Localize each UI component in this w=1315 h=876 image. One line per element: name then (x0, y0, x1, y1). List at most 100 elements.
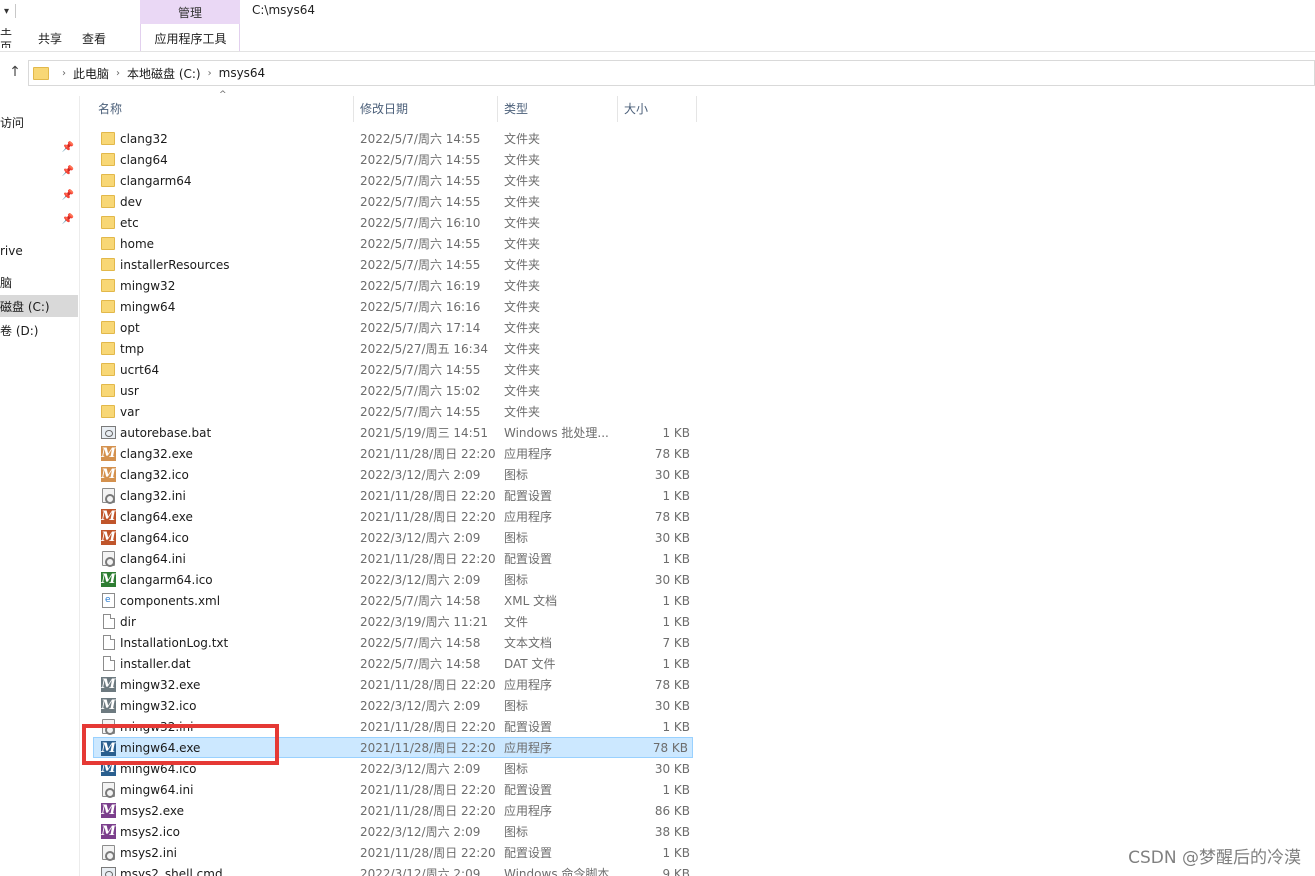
file-type: 文件夹 (504, 405, 541, 419)
column-headers: 名称 修改日期 类型 大小 (82, 96, 698, 122)
file-row[interactable]: ucrt64 2022/5/7/周六 14:55 文件夹 (94, 359, 694, 380)
file-row[interactable]: tmp 2022/5/27/周五 16:34 文件夹 (94, 338, 694, 359)
file-type: 文件夹 (504, 237, 541, 251)
file-date: 2022/3/12/周六 2:09 (360, 531, 481, 545)
file-row[interactable]: Mclangarm64.ico 2022/3/12/周六 2:09 图标 30 KB (94, 569, 694, 590)
msys-app-icon: M (101, 530, 116, 545)
tab-home-label: 主页 (0, 28, 13, 48)
file-size: 38 KB (654, 824, 690, 839)
nav-item-volume-d[interactable]: 卷 (D:) (0, 319, 38, 341)
file-name: clang64.exe (120, 509, 193, 524)
file-row[interactable]: etc 2022/5/7/周六 16:10 文件夹 (94, 212, 694, 233)
file-row[interactable]: Mmingw64.ico 2022/3/12/周六 2:09 图标 30 KB (94, 758, 694, 779)
file-row[interactable]: components.xml 2022/5/7/周六 14:58 XML 文档 1 K… (94, 590, 694, 611)
file-row[interactable]: mingw64.ini 2021/11/28/周日 22:20 配置设置 1 KB (94, 779, 694, 800)
column-header-size[interactable]: 大小 (620, 96, 648, 120)
tab-manage[interactable]: 管理 (140, 0, 240, 24)
file-size: 78 KB (652, 740, 688, 755)
file-row[interactable]: Mclang32.exe 2021/11/28/周日 22:20 应用程序 78 KB (94, 443, 694, 464)
file-date: 2021/11/28/周日 22:20 (360, 804, 496, 818)
column-divider[interactable] (696, 96, 697, 122)
msys-app-icon: M (101, 824, 116, 839)
file-name: mingw64.ini (120, 782, 194, 797)
file-type: 应用程序 (504, 510, 553, 524)
tab-view[interactable]: 查看 (72, 28, 116, 48)
file-row[interactable]: opt 2022/5/7/周六 17:14 文件夹 (94, 317, 694, 338)
file-row[interactable]: installerResources 2022/5/7/周六 14:55 文件夹 (94, 254, 694, 275)
file-row[interactable]: Mmsys2.ico 2022/3/12/周六 2:09 图标 38 KB (94, 821, 694, 842)
file-size: 1 KB (662, 551, 690, 566)
config-file-icon (102, 782, 115, 798)
file-row[interactable]: Mmsys2.exe 2021/11/28/周日 22:20 应用程序 86 KB (94, 800, 694, 821)
file-row[interactable]: mingw64 2022/5/7/周六 16:16 文件夹 (94, 296, 694, 317)
column-header-date[interactable]: 修改日期 (356, 96, 408, 120)
column-divider[interactable] (353, 96, 354, 122)
folder-icon (101, 132, 115, 145)
file-row[interactable]: Mclang32.ico 2022/3/12/周六 2:09 图标 30 KB (94, 464, 694, 485)
file-row[interactable]: msys2.ini 2021/11/28/周日 22:20 配置设置 1 KB (94, 842, 694, 863)
file-name: mingw64.exe (120, 740, 201, 755)
file-name: opt (120, 320, 140, 335)
file-row[interactable]: InstallationLog.txt 2022/5/7/周六 14:58 文本文档… (94, 632, 694, 653)
file-name: installer.dat (120, 656, 191, 671)
file-row[interactable]: clang64.ini 2021/11/28/周日 22:20 配置设置 1 KB (94, 548, 694, 569)
file-row[interactable]: mingw32.ini 2021/11/28/周日 22:20 配置设置 1 KB (94, 716, 694, 737)
file-date: 2022/5/7/周六 14:55 (360, 132, 481, 146)
folder-icon (101, 237, 115, 250)
file-name: var (120, 404, 140, 419)
file-row[interactable]: installer.dat 2022/5/7/周六 14:58 DAT 文件 1 KB (94, 653, 694, 674)
nav-item-this-pc[interactable]: 脑 (0, 271, 12, 293)
config-file-icon (102, 845, 115, 861)
up-arrow-icon[interactable]: ↑ (6, 63, 24, 81)
chevron-right-icon[interactable]: › (62, 68, 66, 79)
folder-icon (101, 279, 115, 292)
file-row[interactable]: usr 2022/5/7/周六 15:02 文件夹 (94, 380, 694, 401)
file-row[interactable]: Mclang64.ico 2022/3/12/周六 2:09 图标 30 KB (94, 527, 694, 548)
chevron-right-icon[interactable]: › (116, 68, 120, 79)
file-row[interactable]: mingw32 2022/5/7/周六 16:19 文件夹 (94, 275, 694, 296)
file-row[interactable]: var 2022/5/7/周六 14:55 文件夹 (94, 401, 694, 422)
tab-app-tools[interactable]: 应用程序工具 (143, 28, 238, 48)
file-name: clang32.ico (120, 467, 189, 482)
customize-qat-arrow-icon[interactable]: ▾ (4, 6, 9, 17)
config-file-icon (102, 551, 115, 567)
file-row[interactable]: clangarm64 2022/5/7/周六 14:55 文件夹 (94, 170, 694, 191)
breadcrumb-local-disk[interactable]: 本地磁盘 (C:) (127, 65, 201, 82)
file-size: 30 KB (654, 467, 690, 482)
file-row[interactable]: home 2022/5/7/周六 14:55 文件夹 (94, 233, 694, 254)
tab-share[interactable]: 共享 (28, 28, 72, 48)
file-name: autorebase.bat (120, 425, 212, 440)
file-row[interactable]: dev 2022/5/7/周六 14:55 文件夹 (94, 191, 694, 212)
file-name: ucrt64 (120, 362, 160, 377)
msys-app-icon: M (101, 509, 116, 524)
file-row[interactable]: Mmingw64.exe 2021/11/28/周日 22:20 应用程序 78 KB (93, 737, 693, 758)
column-header-name[interactable]: 名称 (94, 96, 122, 120)
nav-item-onedrive[interactable]: rive (0, 240, 23, 262)
file-date: 2022/3/12/周六 2:09 (360, 867, 481, 876)
breadcrumb-this-pc[interactable]: 此电脑 (73, 65, 109, 82)
file-row[interactable]: clang32 2022/5/7/周六 14:55 文件夹 (94, 128, 694, 149)
file-row[interactable]: Mclang64.exe 2021/11/28/周日 22:20 应用程序 78 KB (94, 506, 694, 527)
file-row[interactable]: autorebase.bat 2021/5/19/周三 14:51 Windows … (94, 422, 694, 443)
tab-home[interactable]: 主页 (0, 28, 28, 48)
file-row[interactable]: dir 2022/3/19/周六 11:21 文件 1 KB (94, 611, 694, 632)
file-name: mingw32.ini (120, 719, 194, 734)
msys-app-icon: M (101, 698, 116, 713)
address-bar[interactable]: › 此电脑 › 本地磁盘 (C:) › msys64 (28, 60, 1315, 86)
file-name: msys2.ico (120, 824, 181, 839)
column-divider[interactable] (497, 96, 498, 122)
nav-item-quick-access[interactable]: 访问 (0, 111, 24, 133)
column-divider[interactable] (617, 96, 618, 122)
file-row[interactable]: clang32.ini 2021/11/28/周日 22:20 配置设置 1 KB (94, 485, 694, 506)
nav-item-local-disk-c[interactable]: 磁盘 (C:) (0, 295, 78, 317)
chevron-right-icon[interactable]: › (208, 68, 212, 79)
file-row[interactable]: Mmingw32.exe 2021/11/28/周日 22:20 应用程序 78 KB (94, 674, 694, 695)
file-name: dir (120, 614, 136, 629)
file-row[interactable]: clang64 2022/5/7/周六 14:55 文件夹 (94, 149, 694, 170)
file-row[interactable]: msys2_shell.cmd 2022/3/12/周六 2:09 Windows … (94, 863, 694, 876)
file-name: home (120, 236, 155, 251)
column-header-type[interactable]: 类型 (500, 96, 528, 120)
file-row[interactable]: Mmingw32.ico 2022/3/12/周六 2:09 图标 30 KB (94, 695, 694, 716)
breadcrumb-msys64[interactable]: msys64 (219, 66, 266, 80)
qat-separator (15, 4, 17, 18)
